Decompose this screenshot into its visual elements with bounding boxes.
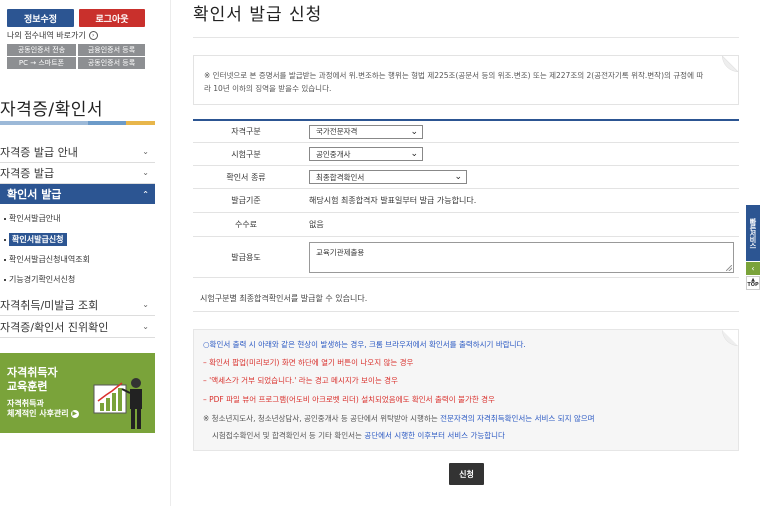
- print-guide-box: ○확인서 출력 시 아래와 같은 현상이 발생하는 경우, 크롬 브라우저에서 …: [193, 329, 739, 451]
- page-fold-icon: [722, 330, 738, 346]
- legal-notice-box: ※ 인터넷으로 본 증명서를 발급받는 과정에서 위.변조하는 행위는 형법 제…: [193, 55, 739, 105]
- submenu-item-label: 기능경기확인서신청: [9, 275, 76, 284]
- bullet-icon: [4, 238, 6, 241]
- submenu-item-label: 확인서발급신청: [9, 233, 67, 246]
- recent-applications-link[interactable]: 나의 접수내역 바로가기 ›: [7, 30, 98, 41]
- pc-to-smartphone-button[interactable]: PC → 스마트폰: [7, 57, 76, 69]
- chevron-down-icon: ⌄: [410, 126, 418, 137]
- chevron-down-icon: ⌄: [142, 322, 149, 331]
- application-form: 자격구분 국가전문자격 ⌄ 시험구분 공인중개사 ⌄ 확인서 종류 최종합격확인…: [193, 119, 739, 278]
- sidebar-item-acquisition-lookup[interactable]: 자격취득/미발급 조회 ⌄: [0, 294, 155, 316]
- form-row-type: 확인서 종류 최종합격확인서 ⌄: [193, 166, 739, 189]
- submenu-item-apply[interactable]: 확인서발급신청: [4, 233, 67, 246]
- exam-select[interactable]: 공인중개사 ⌄: [309, 147, 423, 161]
- bullet-icon: [4, 217, 6, 220]
- category-select[interactable]: 국가전문자격 ⌄: [309, 124, 423, 139]
- purpose-textarea[interactable]: 교육기관제출용: [309, 241, 734, 273]
- quick-service-tab[interactable]: 빠른서비스: [746, 205, 760, 261]
- promo-line4: 체계적인 사후관리 ▶: [7, 409, 79, 418]
- form-row-exam: 시험구분 공인중개사 ⌄: [193, 143, 739, 166]
- column-divider: [170, 0, 171, 506]
- submenu-item-guide[interactable]: 확인서발급안내: [4, 213, 61, 224]
- sidebar-item-authenticity[interactable]: 자격증/확인서 진위확인 ⌄: [0, 316, 155, 338]
- sidebar: 정보수정 로그아웃 나의 접수내역 바로가기 › 공동인증서 전송 금융인증서 …: [0, 0, 160, 506]
- page-fold-icon: [722, 56, 738, 72]
- form-end-divider: [193, 311, 739, 312]
- chevron-down-icon: ⌄: [142, 147, 149, 156]
- form-note: 시험구분별 최종합격확인서를 발급할 수 있습니다.: [200, 294, 368, 303]
- sidebar-item-label: 자격증/확인서 진위확인: [0, 320, 109, 334]
- criteria-label: 발급기준: [231, 196, 261, 205]
- recent-link-label: 나의 접수내역 바로가기: [7, 31, 86, 40]
- guide-line-4: – PDF 파일 뷰어 프로그램(어도비 아크로벳 리더) 설치되었음에도 확인…: [203, 395, 495, 404]
- logout-button[interactable]: 로그아웃: [79, 9, 145, 27]
- legal-notice-text: ※ 인터넷으로 본 증명서를 발급받는 과정에서 위.변조하는 행위는 형법 제…: [204, 71, 704, 93]
- sidebar-item-confirmation-issue[interactable]: 확인서 발급 ⌃: [0, 184, 155, 204]
- submenu-item-label: 확인서발급신청내역조회: [9, 255, 90, 264]
- scroll-top-button[interactable]: ▲ TOP: [746, 276, 760, 290]
- guide-line-2: – 확인서 팝업(미리보기) 화면 하단에 열기 버튼이 나오지 않는 경우: [203, 358, 414, 367]
- chevron-left-icon[interactable]: ‹: [746, 262, 760, 275]
- sidebar-item-label: 자격증 발급 안내: [0, 145, 78, 159]
- submenu-item-label: 확인서발급안내: [9, 214, 61, 223]
- cert-transfer-button[interactable]: 공동인증서 전송: [7, 44, 76, 56]
- sidebar-item-license-guide[interactable]: 자격증 발급 안내 ⌄: [0, 141, 155, 163]
- exam-label: 시험구분: [231, 149, 261, 159]
- sidebar-item-license-issue[interactable]: 자격증 발급 ⌄: [0, 162, 155, 184]
- resize-grip-icon[interactable]: [726, 264, 732, 271]
- guide-line-3: – '액세스가 거부 되었습니다.' 라는 경고 메시지가 보이는 경우: [203, 376, 398, 385]
- finance-cert-register-button[interactable]: 금융인증서 등록: [78, 44, 145, 56]
- guide-line-5: ※ 청소년지도사, 청소년상담사, 공인중개사 등 공단에서 위탁받아 시행하는…: [203, 414, 595, 423]
- arrow-circle-icon: ›: [88, 31, 98, 40]
- form-row-category: 자격구분 국가전문자격 ⌄: [193, 121, 739, 143]
- sidebar-title-underline: [0, 121, 155, 125]
- fee-value: 없음: [309, 220, 324, 229]
- type-select[interactable]: 최종합격확인서 ⌄: [309, 170, 467, 184]
- submenu-item-history[interactable]: 확인서발급신청내역조회: [4, 254, 90, 265]
- form-row-purpose: 발급용도 교육기관제출용: [193, 237, 739, 278]
- fee-label: 수수료: [234, 220, 258, 229]
- category-label: 자격구분: [231, 127, 261, 136]
- sidebar-item-label: 자격취득/미발급 조회: [0, 298, 99, 312]
- bullet-icon: [4, 278, 6, 281]
- form-row-fee: 수수료 없음: [193, 213, 739, 237]
- chevron-down-icon: ⌄: [142, 168, 149, 177]
- arrow-right-icon: ▶: [70, 409, 79, 418]
- edit-info-button[interactable]: 정보수정: [7, 9, 74, 27]
- page: 정보수정 로그아웃 나의 접수내역 바로가기 › 공동인증서 전송 금융인증서 …: [0, 0, 773, 506]
- bullet-icon: [4, 258, 6, 261]
- training-promo-banner[interactable]: 자격취득자 교육훈련 자격취득과 체계적인 사후관리 ▶: [0, 353, 155, 433]
- guide-line-1: ○확인서 출력 시 아래와 같은 현상이 발생하는 경우, 크롬 브라우저에서 …: [203, 340, 526, 349]
- sidebar-section-title: 자격증/확인서: [0, 100, 104, 120]
- submenu-item-skills[interactable]: 기능경기확인서신청: [4, 274, 75, 285]
- chevron-down-icon: ⌄: [142, 300, 149, 309]
- joint-cert-register-button[interactable]: 공동인증서 등록: [78, 57, 145, 69]
- form-row-criteria: 발급기준 해당시험 최종합격자 발표일부터 발급 가능합니다.: [193, 189, 739, 213]
- sidebar-item-label: 확인서 발급: [7, 188, 62, 201]
- purpose-label: 발급용도: [231, 252, 261, 262]
- submit-button[interactable]: 신청: [449, 463, 484, 485]
- presenter-chart-icon: [93, 378, 142, 429]
- promo-line2: 교육훈련: [7, 380, 48, 393]
- chevron-up-icon: ⌃: [142, 189, 149, 199]
- title-divider: [193, 37, 739, 38]
- criteria-value: 해당시험 최종합격자 발표일부터 발급 가능합니다.: [309, 196, 477, 205]
- chevron-down-icon: ⌄: [454, 172, 462, 182]
- page-title: 확인서 발급 신청: [193, 5, 323, 25]
- type-label: 확인서 종류: [226, 172, 266, 182]
- guide-line-6: 시험접수확인서 및 합격확인서 등 기타 확인서는 공단에서 시행한 이후부터 …: [212, 431, 505, 440]
- sidebar-item-label: 자격증 발급: [0, 166, 55, 180]
- chevron-down-icon: ⌄: [410, 149, 418, 159]
